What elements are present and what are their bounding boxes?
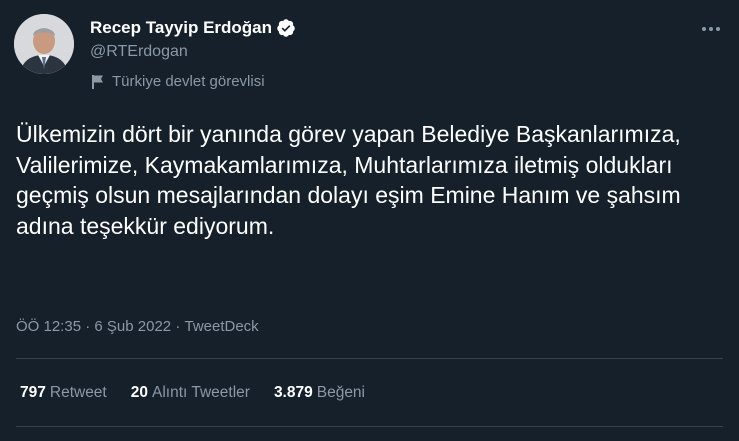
divider [16, 358, 723, 359]
name-row: Recep Tayyip Erdoğan [90, 17, 296, 39]
tweet: Recep Tayyip Erdoğan @RTErdogan Türkiye … [0, 0, 739, 441]
meta-separator: · [81, 318, 94, 335]
separator-dot: · [175, 318, 181, 335]
tweet-meta: ÖÖ 12:35 · 6 Şub 2022 · TweetDeck [16, 318, 259, 335]
quote-label: Alıntı Tweetler [152, 384, 250, 401]
tweet-time[interactable]: ÖÖ 12:35 [16, 318, 81, 335]
retweet-count: 797 [20, 384, 46, 401]
more-icon[interactable] [698, 16, 724, 42]
tweet-date[interactable]: 6 Şub 2022 [94, 318, 171, 335]
handle[interactable]: @RTErdogan [90, 43, 188, 61]
avatar-image [14, 14, 74, 74]
display-name[interactable]: Recep Tayyip Erdoğan [90, 18, 272, 38]
like-label: Beğeni [316, 384, 365, 401]
meta-separator: · [171, 318, 184, 335]
quote-stat[interactable]: 20 Alıntı Tweetler [131, 384, 250, 402]
quote-count: 20 [130, 384, 148, 401]
like-count: 3.879 [273, 384, 313, 401]
avatar[interactable] [14, 14, 74, 74]
retweet-label: Retweet [49, 384, 107, 401]
tweet-stats: 797 Retweet 20 Alıntı Tweetler 3.879 Beğ… [20, 384, 389, 402]
divider [16, 426, 723, 427]
like-stat[interactable]: 3.879 Beğeni [274, 384, 365, 402]
flag-icon [92, 74, 103, 89]
account-label-text: Türkiye devlet görevlisi [112, 73, 265, 90]
tweet-text: Ülkemizin dört bir yanında görev yapan B… [16, 121, 681, 239]
tweet-source[interactable]: TweetDeck [184, 318, 258, 335]
retweet-stat[interactable]: 797 Retweet [20, 384, 107, 402]
account-label: Türkiye devlet görevlisi [91, 73, 265, 90]
separator-dot: · [85, 318, 91, 335]
verified-badge-icon [276, 18, 296, 38]
